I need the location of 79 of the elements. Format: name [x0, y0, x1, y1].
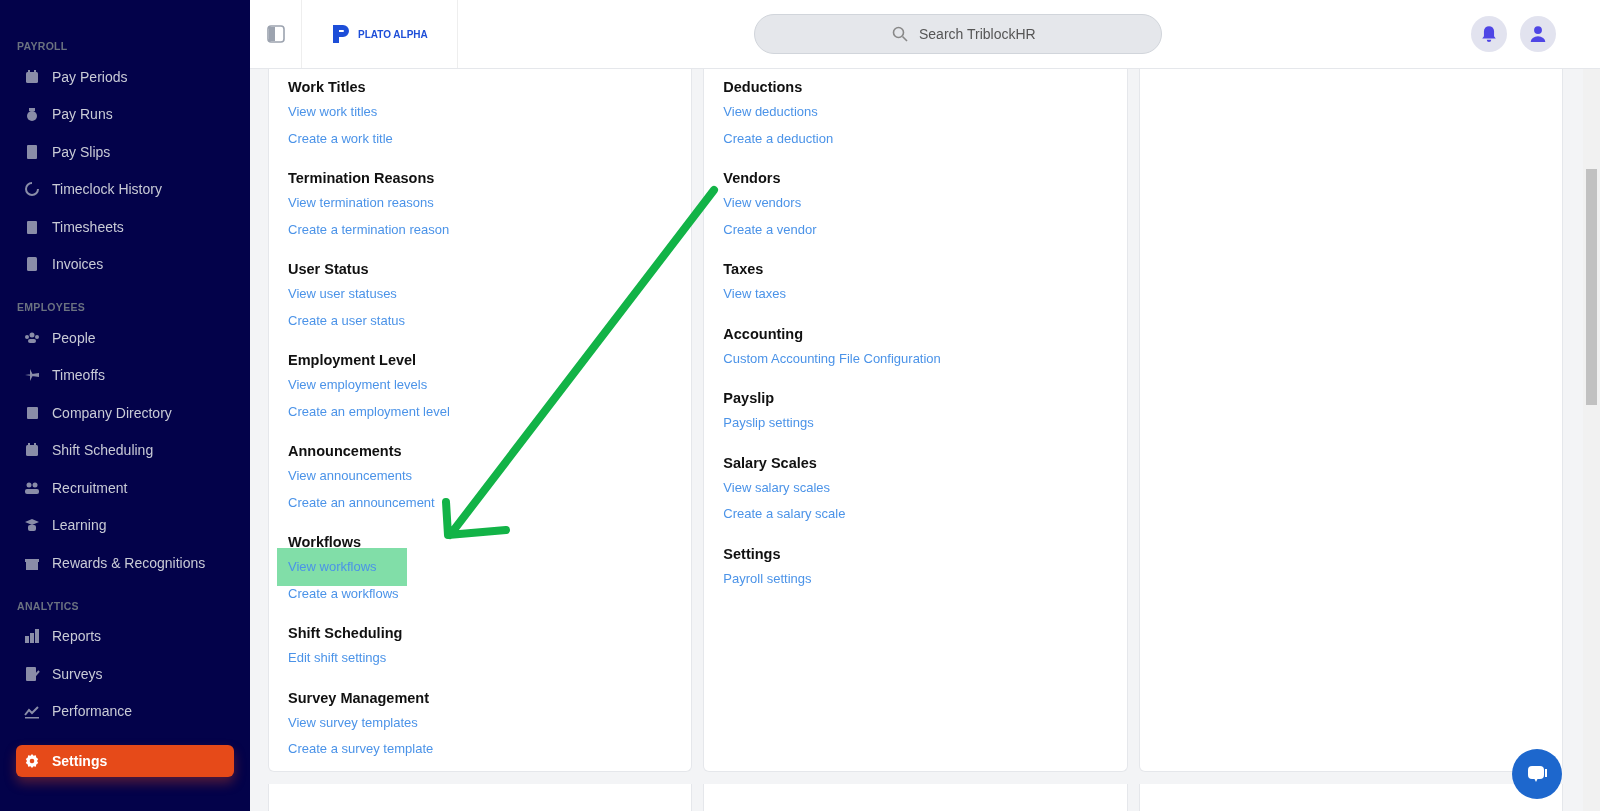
menu-item-icon: [24, 703, 40, 720]
settings-link[interactable]: View user statuses: [288, 281, 397, 308]
user-icon: [1529, 25, 1547, 43]
sidebar-item[interactable]: Pay Slips: [16, 133, 234, 171]
sidebar-item[interactable]: Shift Scheduling: [16, 431, 234, 469]
sidebar-item[interactable]: Timesheets: [16, 208, 234, 246]
logo-text: PLATO ALPHA: [358, 28, 428, 40]
settings-link[interactable]: View work titles: [288, 99, 378, 126]
menu-item-icon: [24, 628, 40, 645]
sidebar-item[interactable]: Pay Periods: [16, 58, 234, 96]
user-avatar-button[interactable]: [1520, 16, 1556, 52]
settings-item[interactable]: Settings: [16, 745, 234, 777]
sidebar-item[interactable]: Invoices: [16, 245, 234, 283]
settings-link[interactable]: Edit shift settings: [288, 645, 387, 672]
settings-link[interactable]: View deductions: [723, 99, 818, 126]
search-field[interactable]: Search TriblockHR: [754, 14, 1162, 54]
group-heading: Settings: [723, 544, 782, 564]
sidebar-item[interactable]: Timeclock History: [16, 170, 234, 208]
settings-link[interactable]: View termination reasons: [288, 190, 434, 217]
group-heading: Salary Scales: [723, 453, 818, 473]
group-heading: Deductions: [723, 78, 804, 97]
bell-icon: [1480, 25, 1498, 43]
sidebar-item[interactable]: Pay Runs: [16, 95, 234, 133]
group-heading: Employment Level: [288, 351, 418, 370]
sidebar-item[interactable]: Learning: [16, 506, 234, 544]
sidebar-panel-icon: [266, 25, 285, 43]
settings-link[interactable]: Payroll settings: [723, 565, 812, 592]
menu-item-icon: [24, 665, 40, 682]
settings-link[interactable]: Create a vendor: [723, 216, 817, 243]
settings-link[interactable]: Create a termination reason: [288, 216, 450, 243]
settings-link[interactable]: View survey templates: [288, 709, 418, 736]
settings-link[interactable]: View salary scales: [723, 474, 831, 501]
settings-link[interactable]: Payslip settings: [723, 410, 814, 437]
group-heading: Payslip: [723, 389, 776, 408]
group-heading: Termination Reasons: [288, 169, 436, 188]
group-heading: Survey Management: [288, 688, 431, 708]
section-heading: PAYROLL: [16, 39, 69, 54]
sidebar-item[interactable]: Rewards & Recognitions: [16, 544, 234, 582]
section-heading: EMPLOYEES: [16, 300, 87, 315]
sidebar-item[interactable]: Reports: [16, 617, 234, 655]
logo-icon: [330, 23, 352, 45]
group-heading: Accounting: [723, 324, 805, 344]
menu-item-icon: [24, 181, 40, 198]
settings-link[interactable]: Create an employment level: [288, 398, 450, 425]
settings-link[interactable]: Create an announcement: [288, 489, 435, 516]
settings-icon: [24, 753, 40, 769]
settings-link[interactable]: Create a deduction: [723, 125, 834, 152]
group-heading: Taxes: [723, 260, 765, 279]
menu-item-icon: [24, 106, 40, 123]
settings-link[interactable]: View taxes: [723, 281, 786, 308]
group-heading: User Status: [288, 260, 370, 279]
sidebar-item[interactable]: Company Directory: [16, 394, 234, 432]
settings-link[interactable]: View announcements: [288, 463, 413, 490]
menu-item-icon: [24, 517, 40, 534]
settings-link[interactable]: Custom Accounting File Configuration: [723, 345, 941, 372]
menu-item-icon: [24, 442, 40, 459]
group-heading: Vendors: [723, 169, 782, 188]
menu-item-icon: [24, 404, 40, 421]
settings-link[interactable]: View vendors: [723, 190, 802, 217]
group-heading: Work Titles: [288, 78, 367, 97]
group-heading: Shift Scheduling: [288, 624, 404, 643]
menu-item-icon: [24, 143, 40, 160]
sidebar-item[interactable]: Recruitment: [16, 469, 234, 507]
settings-link[interactable]: Create a user status: [288, 307, 406, 334]
menu-item-icon: [24, 218, 40, 235]
settings-link[interactable]: View employment levels: [288, 372, 428, 399]
sidebar-item[interactable]: People: [16, 319, 234, 357]
group-heading: Announcements: [288, 442, 403, 461]
settings-link[interactable]: Create a survey template: [288, 736, 434, 763]
sidebar-item[interactable]: Surveys: [16, 655, 234, 693]
notifications-button[interactable]: [1471, 16, 1507, 52]
settings-link[interactable]: Create a work title: [288, 125, 393, 152]
menu-item-icon: [24, 256, 40, 273]
section-heading: ANALYTICS: [16, 598, 80, 614]
settings-link[interactable]: View workflows: [277, 548, 407, 586]
sidebar-item[interactable]: Timeoffs: [16, 356, 234, 394]
menu-item-icon: [24, 68, 40, 85]
settings-link[interactable]: Create a salary scale: [723, 501, 846, 528]
sidebar-item[interactable]: Performance: [16, 692, 234, 730]
